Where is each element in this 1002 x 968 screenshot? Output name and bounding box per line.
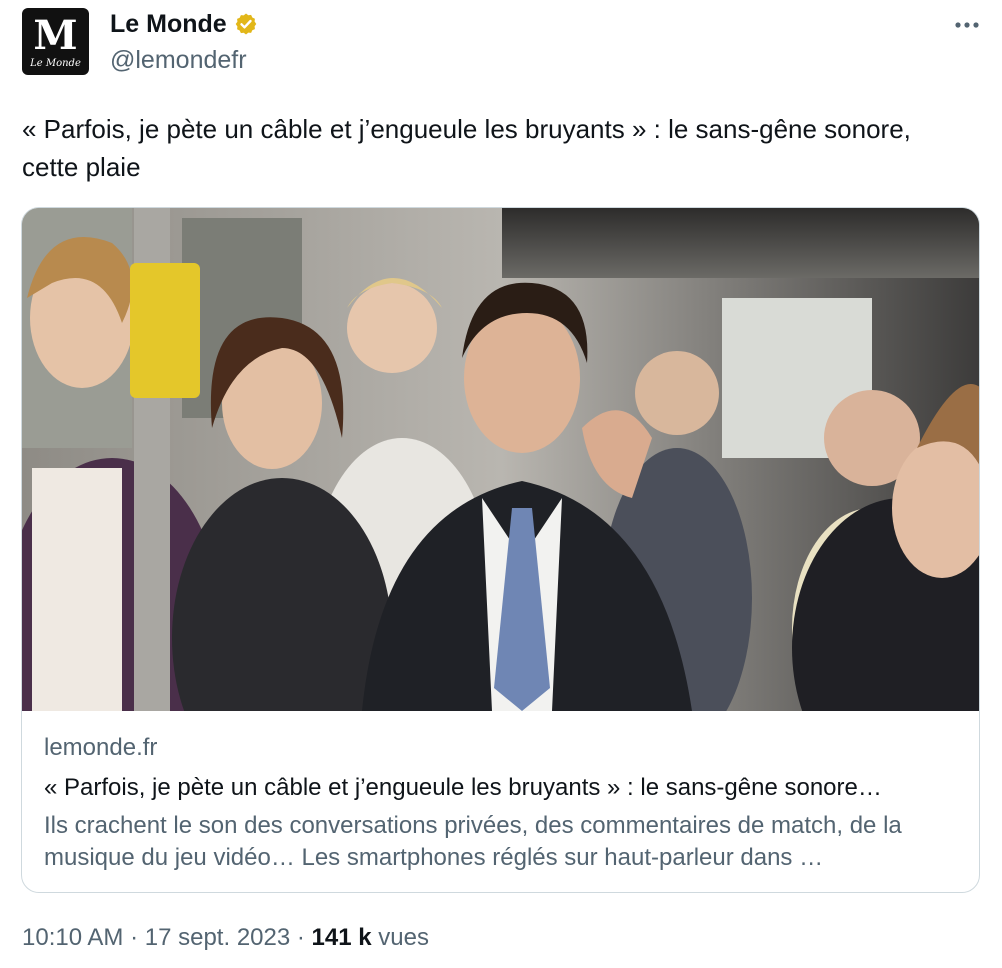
more-options-icon[interactable]: [952, 10, 982, 40]
avatar[interactable]: M Le Monde: [22, 8, 89, 75]
verified-badge-icon: [235, 13, 256, 35]
views-count: 141 k: [311, 924, 372, 951]
tweet-text: « Parfois, je pète un câble et j’engueul…: [22, 114, 911, 182]
tweet: M Le Monde Le Monde @lemondefr « Parfois…: [0, 0, 1002, 968]
meta-separator: ·: [296, 924, 305, 951]
card-domain: lemonde.fr: [44, 734, 158, 761]
tweet-meta: 10:10 AM · 17 sept. 2023 · 141 k vues: [22, 922, 429, 954]
author-name-row: Le Monde: [110, 9, 258, 39]
handle[interactable]: @lemondefr: [110, 45, 247, 75]
display-name[interactable]: Le Monde: [110, 9, 227, 39]
card-title[interactable]: « Parfois, je pète un câble et j’engueul…: [44, 772, 959, 803]
meta-separator: ·: [130, 924, 139, 951]
card-description: Ils crachent le son des conversations pr…: [44, 812, 902, 871]
tweet-time[interactable]: 10:10 AM: [22, 924, 123, 951]
card-body: lemonde.fr « Parfois, je pète un câble e…: [22, 711, 979, 892]
avatar-logo-caption: Le Monde: [30, 57, 81, 69]
views-label: vues: [378, 924, 429, 951]
avatar-logo-letter: M: [33, 11, 78, 59]
link-card[interactable]: lemonde.fr « Parfois, je pète un câble e…: [21, 207, 980, 893]
card-image[interactable]: [22, 208, 980, 711]
tweet-date[interactable]: 17 sept. 2023: [145, 924, 290, 951]
